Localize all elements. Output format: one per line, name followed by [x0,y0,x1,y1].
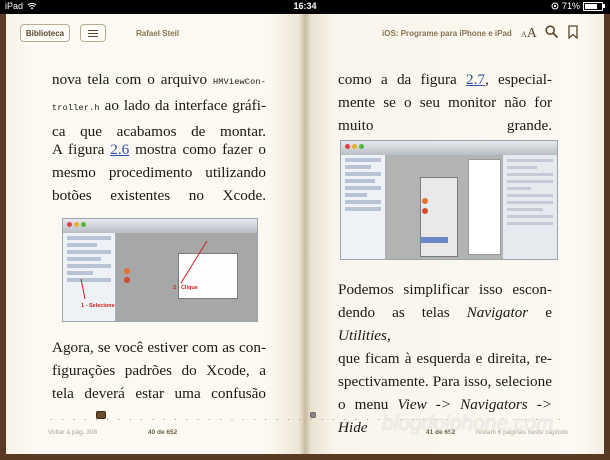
watermark: blogdoiphone.com [382,412,554,435]
scrubber-page-marker [310,412,316,418]
clock: 16:34 [293,1,317,11]
scrubber-handle[interactable] [96,411,106,419]
list-icon [88,29,98,37]
figure-2-7-screenshot[interactable] [340,140,558,260]
left-paragraph-3: Agora, se você estiver com as con- figur… [52,339,266,402]
left-paragraph-1: nova tela com o arquivo HMViewCon- troll… [52,71,266,140]
figure-label-select: 1 - Selecione [81,303,115,309]
book: Biblioteca Rafael Steil iOS: Programe pa… [6,14,604,454]
left-page-number: 40 de 652 [148,429,178,436]
bookmark-icon[interactable] [568,25,578,39]
figure-2-6-screenshot[interactable]: 1 - Selecione 2 - Clique [62,218,258,322]
rotation-lock-icon [551,2,559,10]
font-size-button[interactable]: AA [521,24,537,42]
font-big-icon: A [526,26,537,41]
figure-label-click: 2 - Clique [173,285,198,291]
left-paragraph-2: A figura 2.6 mostra como fazer o mesmo p… [52,141,266,204]
search-icon[interactable] [545,25,558,38]
book-title: iOS: Programe para iPhone e iPad [382,29,512,38]
status-bar: iPad 16:34 71% [0,0,610,14]
book-author: Rafael Steil [136,29,180,38]
figure-2-6-link[interactable]: 2.6 [110,141,129,158]
battery-percent: 71% [561,1,580,11]
battery-icon [583,1,603,11]
library-button[interactable]: Biblioteca [20,24,70,42]
table-of-contents-button[interactable] [80,24,106,42]
back-to-page-link[interactable]: Voltar à pág. 308 [48,429,97,436]
figure-2-7-link[interactable]: 2.7 [466,71,485,88]
book-spine [299,14,311,454]
right-paragraph-1: como a da figura 2.7, especial- mente se… [338,71,552,134]
